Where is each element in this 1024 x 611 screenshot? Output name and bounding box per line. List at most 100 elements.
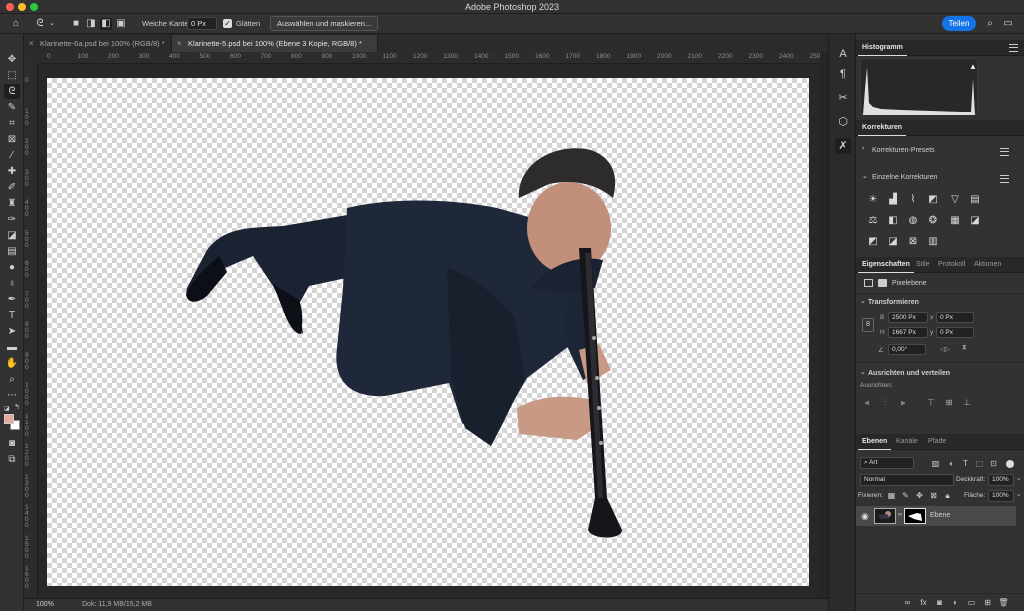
chevron-down-icon[interactable]: ⌄ [860,297,866,305]
search-icon[interactable]: ⌕ [984,18,996,30]
zoom-level[interactable]: 100% [36,601,54,608]
align-top-icon[interactable]: ⊤ [926,398,936,408]
levels-icon[interactable]: ▟ [886,193,900,206]
selective-color-icon[interactable]: ⊠ [906,235,920,248]
document-info[interactable]: Dok: 11,9 MB/15,2 MB [82,601,152,608]
layer-mask-thumbnail[interactable] [904,508,926,524]
tab-properties[interactable]: Eigenschaften [858,257,914,273]
hue-saturation-icon[interactable]: ▤ [968,193,982,206]
lasso-tool-preset-icon[interactable]: ᘓ [34,18,46,30]
adjustment-presets-label[interactable]: Korrekturen-Presets [872,147,935,154]
frame-tool-icon[interactable]: ⊠ [4,132,20,147]
tab-history[interactable]: Protokoll [934,257,969,273]
vibrance-icon[interactable]: ▽ [948,193,962,206]
dodge-tool-icon[interactable]: ♁ [4,276,20,291]
marquee-tool-icon[interactable]: ⬚ [4,68,20,83]
paragraph-panel-icon[interactable]: ¶ [835,66,851,82]
chevron-down-icon[interactable]: ⌄ [46,18,58,30]
tab-layers[interactable]: Ebenen [858,434,892,450]
tab-styles[interactable]: Stile [912,257,934,273]
posterize-icon[interactable]: ◩ [866,235,880,248]
photo-filter-icon[interactable]: ◍ [906,214,920,227]
tool-presets-icon[interactable]: ✂ [835,90,851,106]
tab-paths[interactable]: Pfade [924,434,950,450]
eraser-tool-icon[interactable]: ◪ [4,228,20,243]
path-selection-tool-icon[interactable]: ➤ [4,324,20,339]
opacity-input[interactable]: 100% [988,474,1014,486]
visibility-eye-icon[interactable]: ◉ [861,511,869,522]
3d-panel-icon[interactable]: ⬡ [835,114,851,130]
warning-icon[interactable]: ▲ [969,62,977,71]
filter-type-icon[interactable]: T [960,458,971,469]
crop-tool-icon[interactable]: ⌗ [4,116,20,131]
antialias-checkbox[interactable]: ✓ [223,19,232,28]
history-brush-tool-icon[interactable]: ✑ [4,212,20,227]
filter-shape-icon[interactable]: ⬚ [974,458,985,469]
threshold-icon[interactable]: ◪ [886,235,900,248]
gradient-tool-icon[interactable]: ▤ [4,244,20,259]
gradient-map-icon[interactable]: ▥ [926,235,940,248]
chevron-down-icon[interactable]: ⌄ [860,368,866,376]
foreground-color-swatch[interactable] [4,414,14,424]
invert-icon[interactable]: ◪ [968,214,982,227]
curves-icon[interactable]: ⌇ [906,193,920,206]
clone-stamp-tool-icon[interactable]: ♜ [4,196,20,211]
workspace-icon[interactable]: ▭ [1002,18,1014,30]
list-view-icon[interactable] [1000,148,1009,156]
more-tools-icon[interactable]: ⋯ [4,388,20,403]
layer-row[interactable]: ◉ ∞ Ebene [856,506,1016,526]
link-layers-icon[interactable]: ∞ [902,597,913,608]
new-group-icon[interactable]: ▭ [966,597,977,608]
lasso-tool-icon[interactable]: ᘓ [4,84,20,99]
blur-tool-icon[interactable]: ● [4,260,20,275]
y-input[interactable]: 0 Px [936,327,974,338]
flip-horizontal-icon[interactable]: ◁▷ [940,345,950,353]
color-lookup-icon[interactable]: ▦ [948,214,962,227]
lock-image-icon[interactable]: ✎ [900,490,911,501]
lock-artboard-icon[interactable]: ⊠ [928,490,939,501]
tab-document-1[interactable]: × Klarinette-6a.psd bei 100% (RGB/8) * [24,35,172,52]
channel-mixer-icon[interactable]: ❂ [926,214,940,227]
brush-tool-icon[interactable]: ✐ [4,180,20,195]
align-middle-v-icon[interactable]: ⊞ [944,398,954,408]
add-mask-icon[interactable]: ◙ [934,597,945,608]
chevron-down-icon[interactable]: ⌄ [862,172,868,180]
align-center-h-icon[interactable]: ⫶ [880,398,890,408]
tab-channels[interactable]: Kanäle [892,434,922,450]
tab-actions[interactable]: Aktionen [970,257,1005,273]
black-white-icon[interactable]: ◧ [886,214,900,227]
filter-adjustment-icon[interactable]: ◐ [946,458,957,469]
close-tab-icon[interactable]: × [177,35,182,52]
lock-transparent-icon[interactable]: ▦ [886,490,897,501]
lock-all-icon[interactable]: 🔒︎ [942,490,953,501]
tab-histogram[interactable]: Histogramm [858,40,907,56]
quick-mask-icon[interactable]: ◙ [4,436,20,451]
height-input[interactable]: 1667 Px [888,327,928,338]
layer-style-icon[interactable]: fx [918,597,929,608]
quick-selection-tool-icon[interactable]: ✎ [4,100,20,115]
single-adjustments-label[interactable]: Einzelne Korrekturen [872,174,937,181]
tab-adjustments[interactable]: Korrekturen [858,120,907,136]
lock-position-icon[interactable]: ✥ [914,490,925,501]
brush-settings-icon[interactable]: ✗ [835,138,851,154]
subtract-from-selection-icon[interactable]: ◧ [100,18,112,30]
link-icon[interactable]: ∞ [898,512,902,518]
align-right-icon[interactable]: ⫸ [898,398,908,408]
intersect-selection-icon[interactable]: ▣ [115,18,127,30]
link-icon[interactable]: 8 [862,318,874,332]
hand-tool-icon[interactable]: ✋ [4,356,20,371]
pen-tool-icon[interactable]: ✒ [4,292,20,307]
feather-input[interactable]: 0 Px [187,17,217,30]
healing-brush-tool-icon[interactable]: ✚ [4,164,20,179]
close-tab-icon[interactable]: × [29,35,34,52]
angle-input[interactable]: 0,00° [888,344,926,355]
select-and-mask-button[interactable]: Auswählen und maskieren... [270,16,379,31]
layer-filter-select[interactable]: ⌕ Art [860,457,914,469]
move-tool-icon[interactable]: ✥ [4,52,20,67]
chevron-right-icon[interactable]: › [862,145,864,152]
filter-toggle[interactable] [1006,460,1014,468]
chevron-down-icon[interactable]: ⌄ [1016,490,1021,498]
eyedropper-tool-icon[interactable]: ⁄ [4,148,20,163]
panel-menu-icon[interactable] [1009,44,1018,52]
list-view-icon[interactable] [1000,175,1009,183]
